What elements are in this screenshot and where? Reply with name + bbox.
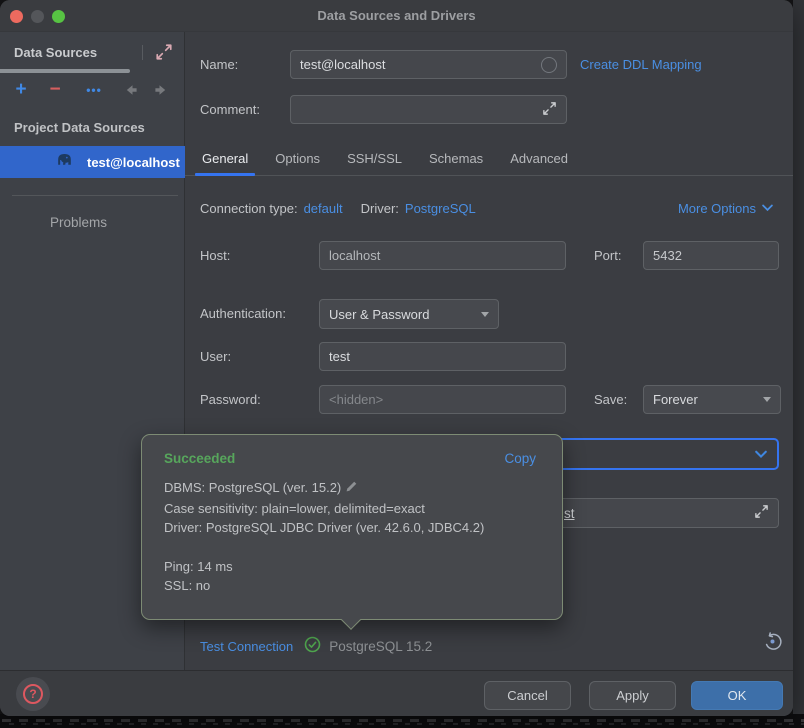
remove-data-source-button[interactable]: − — [44, 78, 66, 102]
popup-ping-line: Ping: 14 ms — [164, 557, 540, 577]
expand-panel-icon[interactable] — [155, 43, 173, 61]
connection-type-row: Connection type: default Driver: Postgre… — [200, 199, 773, 217]
window-controls — [10, 10, 65, 23]
name-field[interactable] — [290, 50, 567, 79]
window-title: Data Sources and Drivers — [0, 0, 793, 32]
connection-type-link[interactable]: default — [304, 201, 343, 216]
connection-status-text: PostgreSQL 15.2 — [329, 639, 432, 654]
success-check-icon — [304, 636, 321, 656]
save-label: Save: — [594, 392, 627, 407]
revert-icon[interactable] — [763, 632, 783, 652]
authentication-value: User & Password — [329, 307, 429, 322]
copy-link[interactable]: Copy — [504, 451, 536, 466]
connection-type-label: Connection type: — [200, 201, 298, 216]
pencil-edit-icon[interactable] — [345, 481, 358, 496]
more-actions-icon[interactable]: ••• — [81, 78, 107, 102]
connection-result-popup: Succeeded Copy DBMS: PostgreSQL (ver. 15… — [141, 434, 563, 620]
popup-case-line: Case sensitivity: plain=lower, delimited… — [164, 499, 540, 519]
popup-ssl-line: SSL: no — [164, 576, 540, 596]
chevron-down-icon — [755, 450, 767, 459]
help-button[interactable]: ? — [16, 677, 50, 711]
authentication-label: Authentication: — [200, 306, 286, 321]
sidebar-header: Data Sources — [14, 45, 97, 60]
add-data-source-button[interactable]: + — [10, 78, 32, 102]
apply-button[interactable]: Apply — [589, 681, 676, 710]
test-connection-row: Test Connection PostgreSQL 15.2 — [200, 636, 432, 656]
port-field[interactable] — [643, 241, 779, 270]
titlebar: Data Sources and Drivers — [0, 0, 793, 32]
more-options-link[interactable]: More Options — [678, 201, 773, 216]
host-field[interactable] — [319, 241, 566, 270]
name-input[interactable] — [300, 57, 541, 72]
popup-body: DBMS: PostgreSQL (ver. 15.2) Case sensit… — [142, 472, 562, 596]
popup-title: Succeeded — [164, 451, 235, 466]
save-value: Forever — [653, 392, 698, 407]
test-connection-link[interactable]: Test Connection — [200, 639, 293, 654]
popup-header: Succeeded Copy — [142, 435, 562, 472]
comment-input[interactable] — [300, 102, 542, 117]
project-data-sources-header: Project Data Sources — [14, 120, 145, 135]
authentication-dropdown[interactable]: User & Password — [319, 299, 499, 329]
tab-ssh-ssl[interactable]: SSH/SSL — [347, 144, 402, 176]
dropdown-caret-icon — [481, 312, 489, 317]
create-ddl-mapping-link[interactable]: Create DDL Mapping — [580, 57, 702, 72]
back-icon[interactable] — [121, 78, 141, 102]
comment-field[interactable] — [290, 95, 567, 124]
dialog-footer: ? Cancel Apply OK — [0, 670, 793, 716]
host-label: Host: — [200, 248, 230, 263]
data-sources-dialog: Data Sources and Drivers Data Sources + … — [0, 0, 793, 716]
sidebar-item-test-localhost[interactable]: test@localhost — [0, 146, 185, 178]
sidebar-toolbar: + − ••• — [0, 78, 185, 102]
tab-advanced[interactable]: Advanced — [510, 144, 568, 176]
port-input[interactable] — [653, 248, 769, 263]
postgresql-elephant-icon — [55, 150, 74, 174]
tab-bar: General Options SSH/SSL Schemas Advanced — [185, 144, 793, 176]
comment-label: Comment: — [200, 102, 260, 117]
minimize-window-button[interactable] — [31, 10, 44, 23]
ok-button[interactable]: OK — [691, 681, 783, 710]
chevron-down-icon — [762, 204, 773, 212]
user-field[interactable] — [319, 342, 566, 371]
driver-link[interactable]: PostgreSQL — [405, 201, 476, 216]
popup-dbms-line: DBMS: PostgreSQL (ver. 15.2) — [164, 480, 341, 495]
desktop-edge — [793, 0, 804, 716]
user-input[interactable] — [329, 349, 556, 364]
host-input[interactable] — [329, 248, 556, 263]
sidebar-divider — [12, 195, 178, 196]
tab-schemas[interactable]: Schemas — [429, 144, 483, 176]
save-dropdown[interactable]: Forever — [643, 385, 781, 414]
user-label: User: — [200, 349, 231, 364]
password-input[interactable] — [329, 392, 556, 407]
help-icon: ? — [23, 684, 43, 704]
desktop-background-noise — [0, 714, 804, 728]
forward-icon[interactable] — [151, 78, 171, 102]
popup-driver-line: Driver: PostgreSQL JDBC Driver (ver. 42.… — [164, 518, 540, 538]
sidebar-item-problems[interactable]: Problems — [50, 215, 107, 230]
sidebar-header-divider — [142, 45, 143, 60]
refresh-name-icon[interactable] — [541, 57, 557, 73]
url-text-fragment: st — [564, 506, 575, 521]
close-window-button[interactable] — [10, 10, 23, 23]
zoom-window-button[interactable] — [52, 10, 65, 23]
dropdown-caret-icon — [763, 397, 771, 402]
tab-options[interactable]: Options — [275, 144, 320, 176]
name-label: Name: — [200, 57, 238, 72]
driver-label: Driver: — [361, 201, 399, 216]
sidebar-item-label: test@localhost — [87, 155, 180, 170]
password-label: Password: — [200, 392, 261, 407]
expand-editor-icon[interactable] — [542, 101, 557, 119]
tab-general[interactable]: General — [202, 144, 248, 176]
horizontal-scrollbar-thumb[interactable] — [0, 69, 130, 73]
port-label: Port: — [594, 248, 621, 263]
expand-editor-icon[interactable] — [754, 504, 769, 522]
password-field[interactable] — [319, 385, 566, 414]
cancel-button[interactable]: Cancel — [484, 681, 571, 710]
